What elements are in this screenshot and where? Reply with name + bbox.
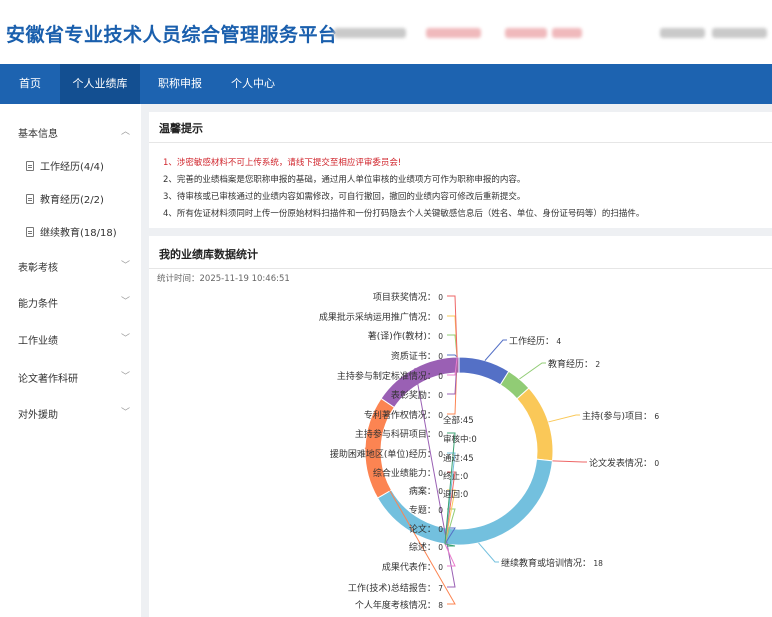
chevron-down-icon: ﹀ [121,372,131,382]
sidebar-group-ability[interactable]: 能力条件 ﹀ [0,286,141,316]
sidebar-item-education[interactable]: 教育经历(2/2) [26,191,104,206]
sidebar-group-label: 论文著作科研 [18,374,78,385]
donut-chart: 工作经历： 4 教育经历： 2 主持(参与)项目： 6 论文发表情况： 0 继续教育或培… [319,291,660,611]
site-title: 安徽省专业技术人员综合管理服务平台 [6,24,338,46]
redacted-user-info [660,28,705,38]
chevron-down-icon: ﹀ [121,334,131,344]
chart-label: 论文发表情况： 0 [589,457,659,469]
chevron-down-icon: ﹀ [121,261,131,271]
notice-panel: 温馨提示 1、涉密敏感材料不可上传系统，请线下提交至相应评审委员会! 2、完善的… [149,112,772,228]
sidebar-item-label: 继续教育(18/18) [40,228,117,239]
chart-label: 综合业绩能力： 0 [373,467,443,479]
redacted-user-info [334,28,406,38]
chart-label-line [444,543,456,567]
chart-label: 病案： 0 [409,485,443,497]
nav-performance-library[interactable]: 个人业绩库 [60,64,140,104]
nav-title-application-label: 职称申报 [158,77,202,90]
chart-label-line [484,339,507,361]
notice-title: 温馨提示 [159,122,203,135]
chart-label: 表彰奖励： 0 [391,389,443,401]
chevron-down-icon: ﹀ [121,408,131,418]
sidebar-item-work-experience[interactable]: 工作经历(4/4) [26,158,104,173]
chart-label: 资质证书： 0 [391,350,443,362]
chart-label-line [478,542,499,563]
chart-label: 专题： 0 [409,504,443,516]
sidebar-group-basic-info[interactable]: 基本信息 ︿ [0,116,141,146]
chart-label: 继续教育或培训情况： 18 [501,557,603,569]
redacted-user-info [712,28,767,38]
sidebar-group-label: 对外援助 [18,410,58,421]
chart-label: 教育经历： 2 [548,358,600,370]
sidebar-group-label: 工作业绩 [18,336,58,347]
sidebar-item-continuing-education[interactable]: 继续教育(18/18) [26,224,117,239]
chart-label: 综述： 0 [409,541,443,553]
chart-label: 主持参与制定标准情况： 0 [337,370,443,382]
chart-label-line [447,334,458,358]
center-terminated: 终止:0 [443,472,469,482]
notice-line: 1、涉密敏感材料不可上传系统，请线下提交至相应评审委员会! [163,158,402,168]
document-icon [26,161,34,171]
chart-label: 成果批示采纳运用推广情况： 0 [319,311,443,323]
notice-line: 4、所有佐证材料须同时上传一份原始材料扫描件和一份打码隐去个人关键敏感信息后（姓… [163,209,645,219]
center-passed: 通过:45 [443,454,474,464]
chart-label: 论文： 0 [409,523,443,535]
nav-personal-center-label: 个人中心 [231,77,275,90]
chart-label-line [519,362,546,380]
main-nav: 首页 个人业绩库 职称申报 个人中心 [0,64,772,104]
chart-slice[interactable] [458,356,510,386]
chart-label: 项目获奖情况： 0 [373,291,443,303]
nav-title-application[interactable]: 职称申报 [146,64,214,104]
divider [149,142,772,143]
notice-line: 2、完善的业绩档案是您职称申报的基础，通过用人单位审核的业绩项方可作为职称申报的… [163,175,526,185]
chart-label: 援助困难地区(单位)经历： 0 [330,448,443,460]
chart-label-line [552,460,587,463]
redacted-user-info [552,28,582,38]
center-total: 全部:45 [443,416,474,426]
chevron-down-icon: ﹀ [121,297,131,307]
chart-label: 成果代表作： 0 [382,561,443,573]
redacted-user-info [505,28,547,38]
sidebar-group-foreign-aid[interactable]: 对外援助 ﹀ [0,397,141,427]
sidebar-group-label: 基本信息 [18,129,58,140]
chart-label: 主持(参与)项目： 6 [582,410,659,422]
document-icon [26,227,34,237]
center-pending: 审核中:0 [443,435,477,445]
nav-home[interactable]: 首页 [0,64,60,104]
sidebar-group-label: 能力条件 [18,299,58,310]
sidebar-group-papers-research[interactable]: 论文著作科研 ﹀ [0,361,141,391]
nav-performance-library-label: 个人业绩库 [72,77,128,90]
sidebar-group-commendation[interactable]: 表彰考核 ﹀ [0,250,141,280]
sidebar-group-work-performance[interactable]: 工作业绩 ﹀ [0,323,141,353]
sidebar-item-label: 工作经历(4/4) [40,162,104,173]
chart-label: 个人年度考核情况： 8 [355,599,443,611]
sidebar-item-label: 教育经历(2/2) [40,195,104,206]
center-returned: 退回:0 [443,490,469,500]
nav-home-label: 首页 [19,77,41,90]
notice-line: 3、待审核或已审核通过的业绩内容如需修改，可自行撤回，撤回的业绩内容可修改后重新… [163,192,526,202]
chart-slice[interactable] [516,387,554,462]
chart-label: 著(译)作(教材)： 0 [368,330,443,342]
chart-label-line [548,414,580,423]
top-header: 安徽省专业技术人员综合管理服务平台 [0,0,772,64]
chevron-up-icon: ︿ [121,127,131,137]
nav-personal-center[interactable]: 个人中心 [220,64,286,104]
chart-label: 工作经历： 4 [509,335,561,347]
document-icon [26,194,34,204]
sidebar-group-label: 表彰考核 [18,263,58,274]
stats-panel: 我的业绩库数据统计 统计时间：2025-11-19 10:46:51 工作经历：… [149,236,772,617]
chart-label: 工作(技术)总结报告： 7 [348,582,443,594]
sidebar: 基本信息 ︿ 工作经历(4/4) 教育经历(2/2) 继续教育(18/18) 表… [0,104,141,617]
redacted-user-info [426,28,481,38]
chart-label: 专利著作权情况： 0 [364,409,443,421]
chart-label: 主持参与科研项目： 0 [355,428,443,440]
chart-label-line [447,295,458,358]
